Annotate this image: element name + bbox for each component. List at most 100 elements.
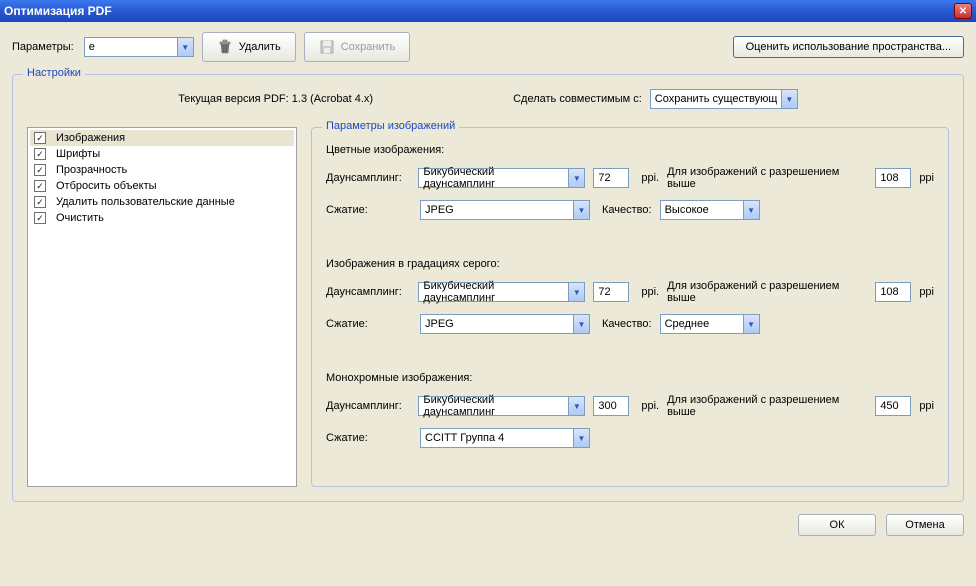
ok-label: ОК (830, 519, 845, 531)
version-row: Текущая версия PDF: 1.3 (Acrobat 4.x) Сд… (27, 89, 949, 109)
ok-button[interactable]: ОК (798, 514, 876, 536)
quality-label: Качество: (602, 204, 652, 216)
checkbox-images[interactable]: ✓ (34, 132, 46, 144)
combo-value: CCITT Группа 4 (425, 432, 504, 444)
right-panel: Параметры изображений Цветные изображени… (311, 127, 949, 487)
gray-dpi-above-input[interactable] (875, 282, 911, 302)
save-button-label: Сохранить (341, 41, 396, 53)
mono-dpi-target-input[interactable] (593, 396, 629, 416)
chevron-down-icon: ▼ (743, 315, 759, 333)
category-label: Отбросить объекты (56, 180, 157, 192)
gray-downsampling-combo[interactable]: Бикубический даунсамплинг ▼ (418, 282, 585, 302)
chevron-down-icon: ▼ (568, 397, 584, 415)
color-section-title: Цветные изображения: (326, 144, 934, 156)
quality-label: Качество: (602, 318, 652, 330)
main-area: ✓ Изображения ✓ Шрифты ✓ Прозрачность ✓ … (27, 127, 949, 487)
category-label: Прозрачность (56, 164, 127, 176)
above-res-label: Для изображений с разрешением выше (667, 166, 867, 190)
chevron-down-icon: ▼ (573, 429, 589, 447)
color-quality-combo[interactable]: Высокое ▼ (660, 200, 760, 220)
gray-compression-combo[interactable]: JPEG ▼ (420, 314, 590, 334)
compat-combo[interactable]: Сохранить существующ ▼ (650, 89, 798, 109)
checkbox-discard-objects[interactable]: ✓ (34, 180, 46, 192)
params-combo-value: e (89, 41, 95, 53)
gray-dpi-target-input[interactable] (593, 282, 629, 302)
delete-button[interactable]: Удалить (202, 32, 296, 62)
mono-compression-row: Сжатие: CCITT Группа 4 ▼ (326, 428, 934, 448)
checkbox-fonts[interactable]: ✓ (34, 148, 46, 160)
ppi-label: ppi. (641, 286, 659, 298)
compression-label: Сжатие: (326, 432, 412, 444)
current-version-label: Текущая версия PDF: 1.3 (Acrobat 4.x) (178, 93, 373, 105)
combo-value: JPEG (425, 318, 454, 330)
params-label: Параметры: (12, 41, 74, 53)
ppi-label: ppi (919, 286, 934, 298)
ppi-label: ppi (919, 400, 934, 412)
chevron-down-icon: ▼ (568, 283, 584, 301)
params-combo[interactable]: e ▼ (84, 37, 194, 57)
above-res-label: Для изображений с разрешением выше (667, 394, 867, 418)
chevron-down-icon: ▼ (743, 201, 759, 219)
category-item-discard-objects[interactable]: ✓ Отбросить объекты (30, 178, 294, 194)
category-item-images[interactable]: ✓ Изображения (30, 130, 294, 146)
category-item-fonts[interactable]: ✓ Шрифты (30, 146, 294, 162)
checkbox-transparency[interactable]: ✓ (34, 164, 46, 176)
compression-label: Сжатие: (326, 204, 412, 216)
estimate-space-button[interactable]: Оценить использование пространства... (733, 36, 964, 58)
compat-combo-value: Сохранить существующ (655, 93, 778, 105)
content-area: Параметры: e ▼ Удалить Сохранить Оценить… (0, 22, 976, 548)
chevron-down-icon: ▼ (573, 201, 589, 219)
window-title: Оптимизация PDF (4, 4, 112, 18)
cancel-button[interactable]: Отмена (886, 514, 964, 536)
mono-downsampling-row: Даунсамплинг: Бикубический даунсамплинг … (326, 394, 934, 418)
gray-compression-row: Сжатие: JPEG ▼ Качество: Среднее ▼ (326, 314, 934, 334)
color-dpi-above-input[interactable] (875, 168, 911, 188)
image-params-legend: Параметры изображений (322, 120, 459, 132)
close-button[interactable]: ✕ (954, 3, 972, 19)
title-bar: Оптимизация PDF ✕ (0, 0, 976, 22)
category-label: Изображения (56, 132, 125, 144)
category-item-discard-userdata[interactable]: ✓ Удалить пользовательские данные (30, 194, 294, 210)
above-res-label: Для изображений с разрешением выше (667, 280, 867, 304)
category-item-transparency[interactable]: ✓ Прозрачность (30, 162, 294, 178)
combo-value: Высокое (665, 204, 709, 216)
trash-icon (217, 39, 233, 55)
footer: ОК Отмена (12, 514, 964, 536)
chevron-down-icon: ▼ (781, 90, 797, 108)
compression-label: Сжатие: (326, 318, 412, 330)
chevron-down-icon: ▼ (573, 315, 589, 333)
floppy-icon (319, 39, 335, 55)
gray-section-title: Изображения в градациях серого: (326, 258, 934, 270)
delete-button-label: Удалить (239, 41, 281, 53)
chevron-down-icon: ▼ (568, 169, 584, 187)
mono-compression-combo[interactable]: CCITT Группа 4 ▼ (420, 428, 590, 448)
color-compression-row: Сжатие: JPEG ▼ Качество: Высокое ▼ (326, 200, 934, 220)
color-compression-combo[interactable]: JPEG ▼ (420, 200, 590, 220)
checkbox-cleanup[interactable]: ✓ (34, 212, 46, 224)
category-list[interactable]: ✓ Изображения ✓ Шрифты ✓ Прозрачность ✓ … (27, 127, 297, 487)
category-item-cleanup[interactable]: ✓ Очистить (30, 210, 294, 226)
color-dpi-target-input[interactable] (593, 168, 629, 188)
image-params-fieldset: Параметры изображений Цветные изображени… (311, 127, 949, 487)
color-downsampling-row: Даунсамплинг: Бикубический даунсамплинг … (326, 166, 934, 190)
downsampling-label: Даунсамплинг: (326, 172, 410, 184)
color-downsampling-combo[interactable]: Бикубический даунсамплинг ▼ (418, 168, 585, 188)
compat-label: Сделать совместимым с: (513, 93, 642, 105)
gray-quality-combo[interactable]: Среднее ▼ (660, 314, 760, 334)
close-icon: ✕ (959, 6, 967, 17)
mono-dpi-above-input[interactable] (875, 396, 911, 416)
downsampling-label: Даунсамплинг: (326, 286, 410, 298)
mono-downsampling-combo[interactable]: Бикубический даунсамплинг ▼ (418, 396, 585, 416)
gray-downsampling-row: Даунсамплинг: Бикубический даунсамплинг … (326, 280, 934, 304)
combo-value: Бикубический даунсамплинг (423, 166, 568, 190)
checkbox-discard-userdata[interactable]: ✓ (34, 196, 46, 208)
ppi-label: ppi. (641, 172, 659, 184)
category-label: Шрифты (56, 148, 100, 160)
chevron-down-icon: ▼ (177, 38, 193, 56)
save-button: Сохранить (304, 32, 411, 62)
combo-value: JPEG (425, 204, 454, 216)
settings-fieldset-legend: Настройки (23, 67, 85, 79)
combo-value: Среднее (665, 318, 710, 330)
ppi-label: ppi (919, 172, 934, 184)
ppi-label: ppi. (641, 400, 659, 412)
